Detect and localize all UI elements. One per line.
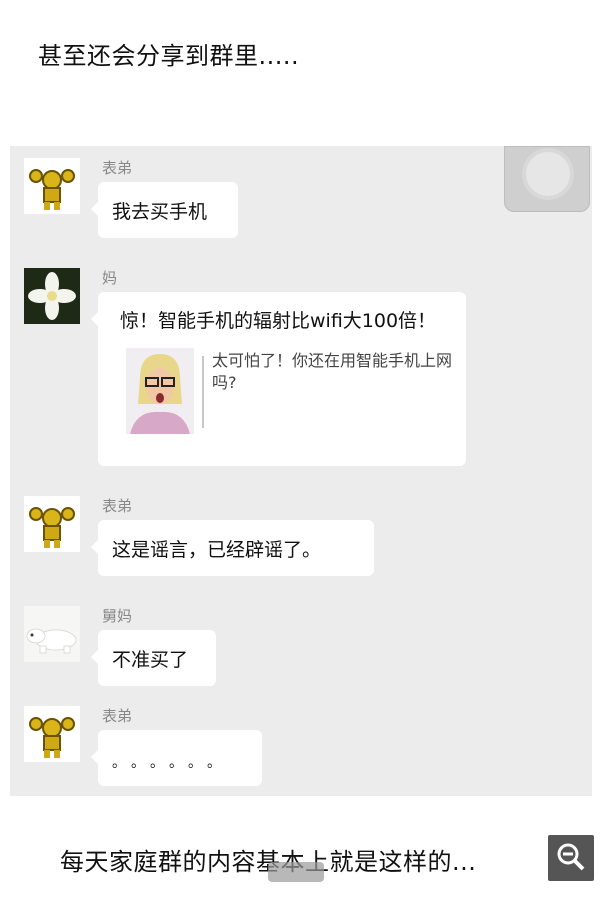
white-flower-avatar[interactable] [24, 268, 80, 324]
sender-name: 舅妈 [102, 607, 133, 625]
message-bubble[interactable]: 我去买手机 [91, 182, 238, 238]
shared-article-card[interactable]: 惊！智能手机的辐射比wifi大100倍！ 太可怕了！你还在用智能手机上网吗? [91, 292, 466, 466]
card-divider [202, 356, 204, 428]
zoom-button[interactable] [548, 835, 594, 881]
polar-bear-avatar[interactable] [24, 606, 80, 662]
sender-name: 表弟 [102, 159, 133, 177]
golden-robot-avatar[interactable] [24, 496, 80, 552]
page-indicator [268, 862, 324, 882]
zoom-out-icon [557, 843, 585, 871]
assistive-ring-icon [526, 152, 570, 196]
article-description: 太可怕了！你还在用智能手机上网吗? [212, 351, 453, 392]
article-thumbnail [126, 348, 194, 434]
message-bubble[interactable]: 。。。。。。 [91, 730, 262, 786]
floating-assistive-button[interactable] [504, 146, 590, 212]
top-caption: 甚至还会分享到群里..... [38, 42, 300, 70]
golden-robot-avatar[interactable] [24, 706, 80, 762]
article-title: 惊！智能手机的辐射比wifi大100倍！ [120, 310, 437, 332]
golden-robot-avatar[interactable] [24, 158, 80, 214]
sender-name: 妈 [102, 269, 118, 287]
sender-name: 表弟 [102, 497, 133, 515]
sender-name: 表弟 [102, 707, 133, 725]
chat-panel [10, 146, 592, 796]
message-bubble[interactable]: 不准买了 [91, 630, 216, 686]
message-bubble[interactable]: 这是谣言，已经辟谣了。 [91, 520, 374, 576]
